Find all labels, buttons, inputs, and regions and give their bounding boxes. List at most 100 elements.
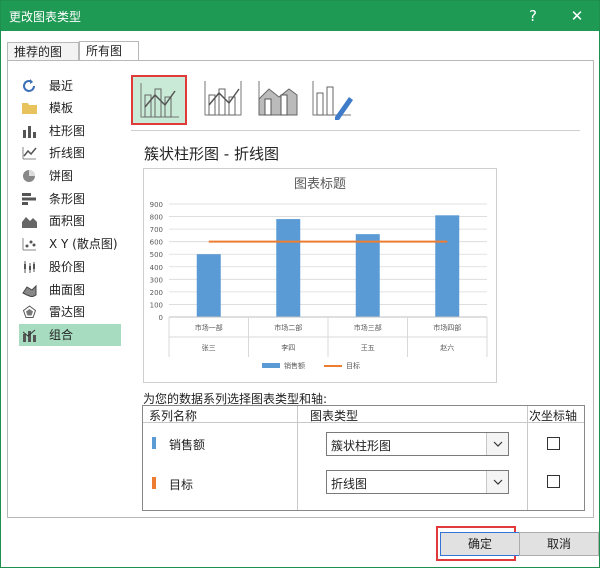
- sidebar-item-bar[interactable]: 条形图: [19, 188, 121, 210]
- sidebar-item-label: 饼图: [49, 169, 74, 183]
- sidebar-item-label: X Y (散点图): [49, 237, 118, 251]
- divider: [527, 406, 528, 510]
- series-name: 目标: [169, 478, 194, 492]
- combo-type-stacked-area-column[interactable]: [251, 75, 307, 125]
- sidebar-item-label: 最近: [49, 79, 74, 93]
- stock-chart-icon: [24, 261, 35, 273]
- sidebar-item-line[interactable]: 折线图: [19, 142, 121, 164]
- y-tick-label: 0: [159, 314, 163, 322]
- dialog-title: 更改图表类型: [9, 10, 82, 24]
- bar: [435, 215, 460, 317]
- folder-icon: [22, 103, 37, 114]
- x-tick-label: 赵六: [440, 343, 454, 352]
- sidebar-item-templates[interactable]: 模板: [19, 97, 121, 119]
- chart-title: 图表标题: [294, 177, 346, 192]
- sidebar-item-surface[interactable]: 曲面图: [19, 279, 121, 301]
- series-color-marker: [152, 437, 156, 449]
- y-tick-label: 100: [150, 301, 163, 309]
- combo-type-custom[interactable]: [305, 75, 361, 125]
- series-color-marker: [152, 477, 156, 489]
- chevron-down-icon[interactable]: [486, 433, 508, 455]
- sidebar-item-label: 股价图: [49, 260, 86, 274]
- sidebar-item-combo[interactable]: 组合: [19, 324, 121, 346]
- line-chart-icon: [22, 147, 37, 160]
- recent-icon: [23, 79, 35, 92]
- x-tick-label: 市场二部: [274, 323, 302, 332]
- x-tick-label: 张三: [202, 343, 216, 352]
- change-chart-type-dialog: 更改图表类型 ? ✕ 推荐的图表 所有图表 最近 模板 柱形图 折线图 饼图: [0, 0, 600, 568]
- divider: [131, 130, 580, 131]
- title-bar: 更改图表类型 ? ✕: [1, 1, 599, 31]
- bar: [355, 234, 380, 317]
- sidebar-item-label: 组合: [49, 328, 74, 342]
- column-header-secondary-axis: 次坐标轴: [529, 409, 578, 423]
- sidebar-item-recent[interactable]: 最近: [19, 75, 121, 97]
- y-tick-label: 300: [150, 276, 163, 284]
- sidebar-item-label: 模板: [49, 101, 74, 115]
- x-tick-label: 市场三部: [354, 323, 382, 332]
- tab-all-charts[interactable]: 所有图表: [79, 41, 139, 77]
- sidebar-item-label: 面积图: [49, 214, 86, 228]
- series-name: 销售额: [169, 438, 206, 452]
- stacked-area-clustered-column-icon: [258, 81, 298, 116]
- y-tick-label: 200: [150, 289, 163, 297]
- surface-chart-icon: [22, 284, 37, 297]
- chart-svg: 图表标题 0 100 200 300 400 500 600 700 800 900 市场一部张三 市…: [150, 177, 488, 370]
- clustered-column-line-icon: [140, 83, 179, 118]
- chevron-down-icon[interactable]: [486, 471, 508, 493]
- pie-chart-icon: [23, 170, 35, 182]
- sidebar-item-pie[interactable]: 饼图: [19, 165, 121, 187]
- column-chart-icon: [23, 126, 36, 138]
- selected-value: 折线图: [331, 477, 368, 491]
- legend-swatch: [262, 363, 280, 368]
- chart-type-select[interactable]: 折线图: [326, 470, 509, 494]
- radar-chart-icon: [22, 305, 37, 318]
- cancel-button[interactable]: 取消: [519, 532, 599, 556]
- combo-type-column-line-secondary[interactable]: [197, 75, 253, 125]
- column-header-chart-type: 图表类型: [310, 409, 359, 423]
- selected-value: 簇状柱形图: [331, 439, 392, 453]
- y-tick-label: 900: [150, 201, 163, 209]
- custom-combo-icon: [312, 81, 353, 120]
- scatter-chart-icon: [22, 238, 36, 251]
- divider: [297, 406, 298, 510]
- y-tick-label: 800: [150, 214, 163, 222]
- sidebar-item-label: 雷达图: [49, 305, 86, 319]
- combo-preview-heading: 簇状柱形图 - 折线图: [144, 145, 279, 163]
- bar: [276, 219, 301, 317]
- bar: [196, 254, 221, 317]
- y-tick-label: 400: [150, 264, 163, 272]
- secondary-axis-checkbox[interactable]: [547, 437, 560, 450]
- sidebar-item-area[interactable]: 面积图: [19, 210, 121, 232]
- ok-button[interactable]: 确定: [440, 532, 520, 556]
- column-header-series-name: 系列名称: [149, 409, 198, 423]
- clustered-column-line-secondary-icon: [204, 81, 242, 116]
- combo-type-clustered-column-line[interactable]: [131, 75, 187, 125]
- divider: [143, 422, 584, 423]
- x-tick-label: 王五: [361, 344, 375, 352]
- sidebar-item-radar[interactable]: 雷达图: [19, 301, 121, 323]
- sidebar-item-stock[interactable]: 股价图: [19, 256, 121, 278]
- y-tick-label: 700: [150, 226, 163, 234]
- sidebar-item-scatter[interactable]: X Y (散点图): [19, 233, 121, 255]
- x-tick-label: 市场四部: [433, 323, 461, 332]
- bar-chart-icon: [22, 193, 36, 205]
- series-table: [142, 405, 585, 511]
- chart-preview: 图表标题 0 100 200 300 400 500 600 700 800 900 市场一部张三 市…: [143, 168, 497, 383]
- sidebar-item-label: 曲面图: [49, 283, 86, 297]
- x-tick-label: 李四: [281, 343, 295, 352]
- chart-type-select[interactable]: 簇状柱形图: [326, 432, 509, 456]
- sidebar-item-label: 折线图: [49, 146, 86, 160]
- sidebar-item-column[interactable]: 柱形图: [19, 120, 121, 142]
- close-button[interactable]: ✕: [557, 1, 597, 31]
- legend-label: 销售额: [284, 361, 305, 370]
- y-tick-label: 600: [150, 239, 163, 247]
- help-button[interactable]: ?: [513, 1, 553, 31]
- tab-recommended-charts[interactable]: 推荐的图表: [7, 42, 79, 78]
- x-tick-label: 市场一部: [195, 323, 223, 332]
- sidebar-item-label: 柱形图: [49, 124, 86, 138]
- sidebar-item-label: 条形图: [49, 192, 86, 206]
- y-tick-label: 500: [150, 251, 163, 259]
- combo-chart-icon: [22, 329, 36, 342]
- secondary-axis-checkbox[interactable]: [547, 475, 560, 488]
